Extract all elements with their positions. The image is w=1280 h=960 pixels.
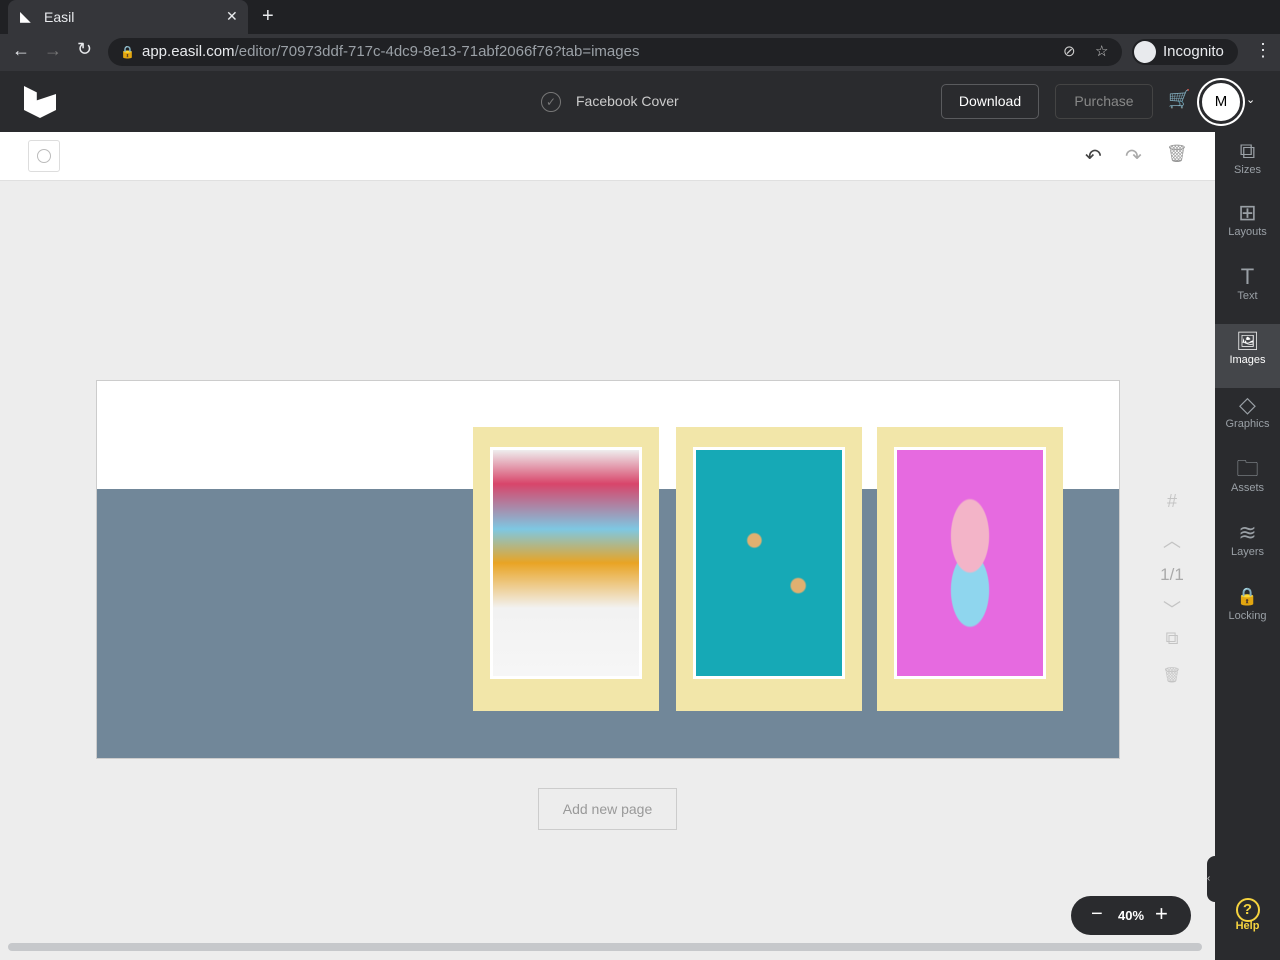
- zoom-control: − 40% +: [1071, 896, 1191, 935]
- ice-cream-cones-photo[interactable]: [693, 447, 845, 679]
- saved-check-icon: ✓: [541, 92, 561, 112]
- sidebar-label: Layers: [1230, 546, 1265, 558]
- layouts-icon: ⊞: [1238, 200, 1257, 225]
- undo-icon[interactable]: ↶: [1085, 144, 1102, 169]
- url-input[interactable]: 🔒 app.easil.com/editor/70973ddf-717c-4dc…: [108, 38, 1122, 66]
- easil-favicon-icon: ◣: [20, 8, 31, 24]
- sidebar-item-graphics[interactable]: ◇ Graphics: [1215, 390, 1280, 452]
- close-tab-icon[interactable]: ✕: [226, 8, 238, 25]
- sidebar-item-assets[interactable]: 🗀 Assets: [1215, 454, 1280, 516]
- download-button[interactable]: Download: [941, 84, 1039, 119]
- images-icon: 🖼: [1236, 331, 1259, 351]
- sidebar-item-images[interactable]: 🖼 Images: [1215, 324, 1280, 388]
- horizontal-scrollbar[interactable]: [8, 943, 1202, 951]
- delete-page-icon[interactable]: 🗑: [1160, 666, 1184, 684]
- ice-cream-pink-photo[interactable]: [894, 447, 1046, 679]
- sidebar-item-layouts[interactable]: ⊞ Layouts: [1215, 198, 1280, 260]
- sidebar-label: Sizes: [1234, 164, 1261, 176]
- help-label: Help: [1235, 920, 1260, 932]
- duplicate-page-icon[interactable]: ⧉: [1160, 628, 1184, 649]
- incognito-icon: [1134, 41, 1156, 63]
- sidebar-item-locking[interactable]: 🔒 Locking: [1215, 582, 1280, 644]
- zoom-out-icon[interactable]: −: [1091, 903, 1103, 926]
- reload-icon[interactable]: ↻: [77, 39, 92, 60]
- help-icon: ?: [1215, 892, 1280, 922]
- design-canvas[interactable]: [96, 380, 1120, 759]
- star-icon[interactable]: ☆: [1095, 38, 1108, 66]
- text-icon: T: [1240, 264, 1255, 289]
- purchase-button[interactable]: Purchase: [1055, 84, 1153, 119]
- help-button[interactable]: ? Help: [1215, 892, 1280, 954]
- sidebar-item-layers[interactable]: ≋ Layers: [1215, 518, 1280, 580]
- redo-icon[interactable]: ↷: [1125, 144, 1142, 169]
- menu-icon[interactable]: ⋮: [1254, 40, 1272, 61]
- profile-label: Incognito: [1163, 43, 1224, 60]
- address-bar: ← → ↻ 🔒 app.easil.com/editor/70973ddf-71…: [0, 34, 1280, 71]
- easil-logo[interactable]: [24, 86, 56, 118]
- zoom-level: 40%: [1118, 908, 1145, 923]
- browser-tab[interactable]: ◣ Easil ✕: [8, 0, 248, 34]
- grid-icon[interactable]: #: [1160, 491, 1184, 512]
- page-indicator: 1/1: [1160, 565, 1184, 584]
- tab-title: Easil: [44, 9, 75, 25]
- tracking-eye-off-icon[interactable]: ⊘: [1063, 38, 1076, 66]
- url-path: /editor/70973ddf-717c-4dc9-8e13-71abf206…: [234, 43, 640, 60]
- editor-header: ✓ Facebook Cover Download Purchase 🛒 M ⌄: [0, 71, 1280, 132]
- new-tab-icon[interactable]: +: [262, 5, 274, 28]
- lock-icon: 🔒: [1236, 587, 1259, 606]
- image-card[interactable]: [877, 427, 1063, 711]
- trash-icon[interactable]: 🗑: [1166, 144, 1188, 164]
- right-sidebar: ⧉ Sizes ⊞ Layouts T Text 🖼 Images ◇ Graphics …: [1207, 132, 1280, 960]
- chevron-down-icon[interactable]: ⌄: [1246, 93, 1255, 106]
- incognito-badge[interactable]: Incognito: [1132, 39, 1238, 65]
- image-card[interactable]: [676, 427, 862, 711]
- sidebar-label: Layouts: [1228, 226, 1267, 238]
- add-new-page-button[interactable]: Add new page: [538, 788, 677, 830]
- zoom-in-icon[interactable]: +: [1155, 901, 1168, 927]
- ice-cream-sundae-photo[interactable]: [490, 447, 642, 679]
- cart-icon[interactable]: 🛒: [1168, 89, 1190, 110]
- graphics-icon: ◇: [1239, 392, 1256, 417]
- sidebar-item-sizes[interactable]: ⧉ Sizes: [1215, 136, 1280, 198]
- sidebar-item-text[interactable]: T Text: [1215, 262, 1280, 324]
- sidebar-label: Graphics: [1225, 418, 1270, 430]
- avatar[interactable]: M: [1199, 80, 1243, 124]
- lock-icon: 🔒: [120, 45, 135, 59]
- assets-icon: 🗀: [1236, 456, 1259, 481]
- design-title[interactable]: Facebook Cover: [576, 93, 679, 109]
- layers-icon: ≋: [1238, 520, 1257, 545]
- page-up-icon[interactable]: ︿: [1160, 527, 1184, 553]
- image-card[interactable]: [473, 427, 659, 711]
- sidebar-label: Images: [1229, 354, 1266, 366]
- sidebar-label: Locking: [1228, 610, 1267, 622]
- back-icon[interactable]: ←: [12, 40, 30, 61]
- forward-icon[interactable]: →: [44, 40, 62, 61]
- browser-tab-bar: ◣ Easil ✕ +: [0, 0, 1280, 34]
- page-down-icon[interactable]: ﹀: [1160, 596, 1184, 622]
- background-color-button[interactable]: [28, 140, 60, 172]
- canvas-toolbar: ↶ ↷ 🗑: [0, 132, 1215, 181]
- sidebar-label: Text: [1237, 290, 1258, 302]
- sizes-icon: ⧉: [1239, 138, 1256, 163]
- url-host: app.easil.com: [142, 43, 235, 60]
- sidebar-label: Assets: [1230, 482, 1264, 494]
